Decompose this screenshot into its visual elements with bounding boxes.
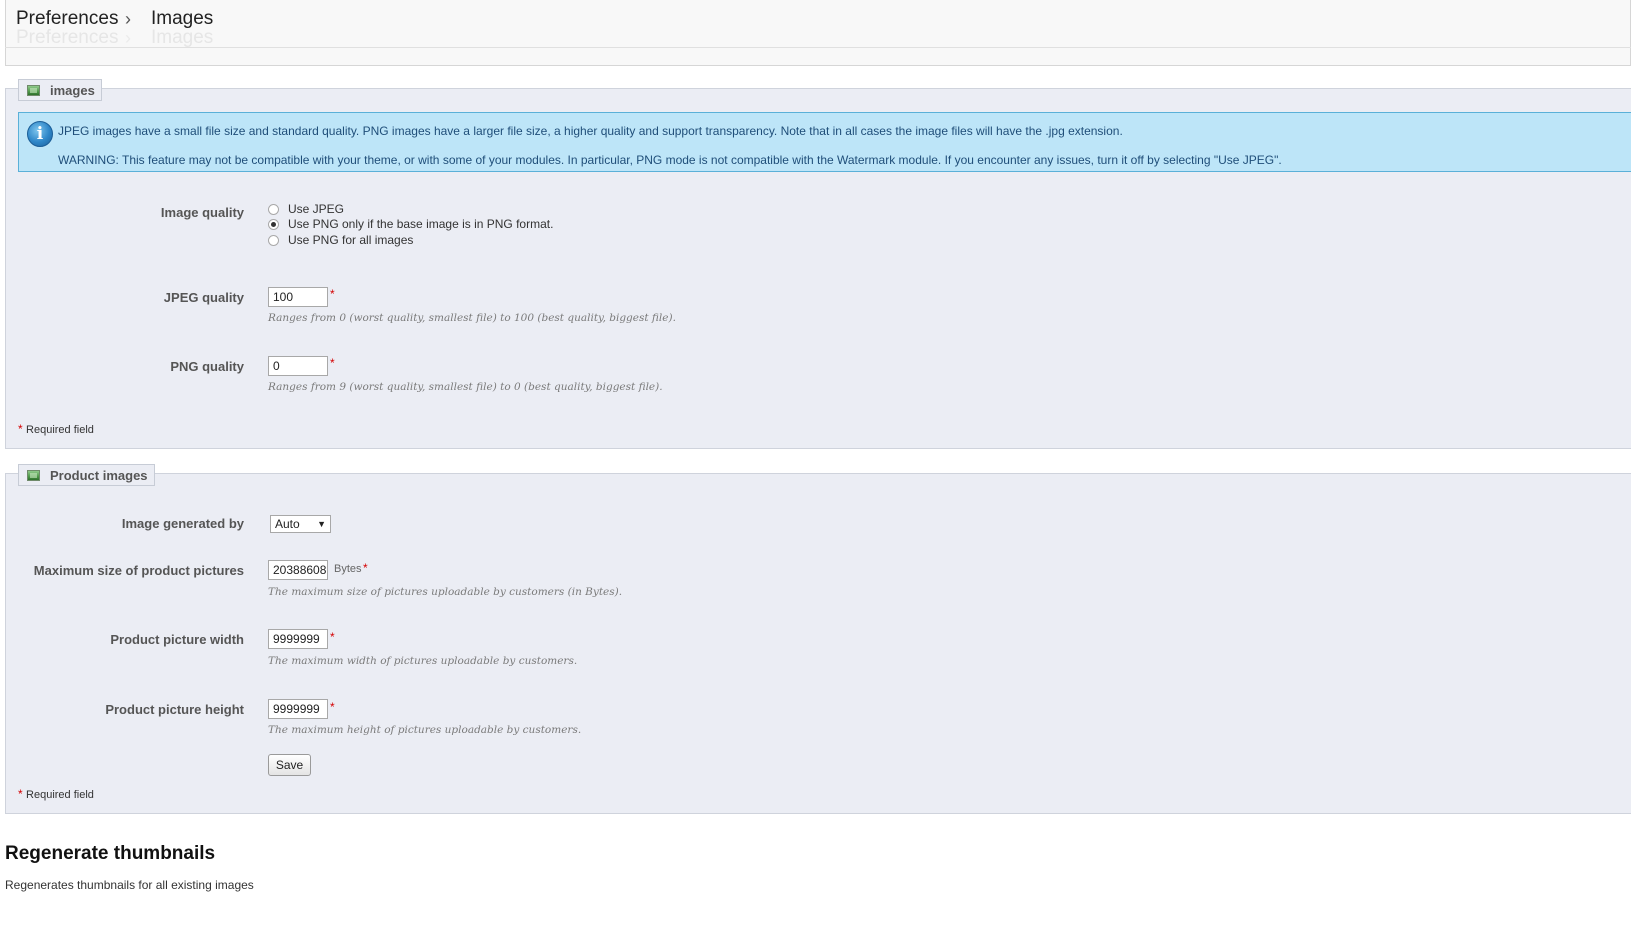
- radio-use-png-all[interactable]: [268, 235, 279, 246]
- product-images-legend: Product images: [18, 464, 155, 486]
- required-marker: *: [363, 561, 368, 575]
- info-box: i JPEG images have a small file size and…: [18, 112, 1631, 172]
- product-images-legend-label: Product images: [50, 467, 148, 483]
- picture-height-label: Product picture height: [105, 702, 244, 717]
- jpeg-quality-input[interactable]: 100: [268, 287, 328, 307]
- required-marker: *: [330, 287, 335, 301]
- picture-height-hint: The maximum height of pictures uploadabl…: [268, 724, 582, 736]
- required-field-note: * Required field: [18, 787, 94, 801]
- info-icon: i: [27, 121, 53, 147]
- dropdown-arrow-icon: ▼: [317, 519, 326, 529]
- required-field-note: * Required field: [18, 422, 94, 436]
- header-divider: [5, 47, 1631, 48]
- required-marker: *: [18, 787, 27, 801]
- picture-width-label: Product picture width: [110, 632, 244, 647]
- page-header: [5, 0, 1631, 66]
- image-icon: [27, 469, 40, 481]
- regenerate-thumbnails-description: Regenerates thumbnails for all existing …: [5, 878, 254, 892]
- regenerate-thumbnails-title: Regenerate thumbnails: [5, 843, 216, 864]
- images-legend: images: [18, 79, 102, 101]
- picture-width-hint: The maximum width of pictures uploadable…: [268, 655, 578, 667]
- image-generated-by-value: Auto: [275, 517, 300, 531]
- jpeg-quality-label: JPEG quality: [163, 290, 244, 305]
- image-quality-label: Image quality: [160, 205, 244, 220]
- required-marker: *: [330, 630, 335, 644]
- required-marker: *: [18, 422, 27, 436]
- required-field-text: Required field: [26, 424, 94, 436]
- picture-height-input[interactable]: 9999999: [268, 699, 328, 719]
- radio-use-png-all-label[interactable]: Use PNG for all images: [288, 233, 413, 247]
- png-quality-input[interactable]: 0: [268, 356, 328, 376]
- picture-width-input[interactable]: 9999999: [268, 629, 328, 649]
- required-field-text: Required field: [26, 789, 94, 801]
- info-line-2: WARNING: This feature may not be compati…: [58, 153, 1282, 167]
- info-line-1: JPEG images have a small file size and s…: [58, 124, 1123, 138]
- image-generated-by-select[interactable]: Auto ▼: [270, 515, 331, 533]
- breadcrumb-shadow-preferences: Preferences: [16, 27, 119, 48]
- radio-use-png-if-base-png-label[interactable]: Use PNG only if the base image is in PNG…: [288, 217, 553, 231]
- breadcrumb-shadow-images: Images: [151, 27, 214, 48]
- png-quality-label: PNG quality: [170, 359, 244, 374]
- required-marker: *: [330, 700, 335, 714]
- radio-use-jpeg-label[interactable]: Use JPEG: [288, 202, 344, 216]
- png-quality-hint: Ranges from 9 (worst quality, smallest f…: [268, 381, 663, 393]
- max-size-unit: Bytes: [334, 563, 362, 575]
- chevron-right-icon: ›: [125, 28, 131, 48]
- image-generated-by-label: Image generated by: [121, 516, 244, 531]
- jpeg-quality-hint: Ranges from 0 (worst quality, smallest f…: [268, 312, 676, 324]
- max-size-label: Maximum size of product pictures: [33, 563, 244, 578]
- image-icon: [27, 84, 40, 96]
- save-button[interactable]: Save: [268, 754, 311, 776]
- chevron-right-icon: ›: [125, 9, 131, 29]
- max-size-input[interactable]: 20388608: [268, 560, 328, 580]
- product-images-fieldset: [5, 473, 1631, 814]
- images-legend-label: images: [50, 82, 95, 98]
- radio-use-png-if-base-png[interactable]: [268, 219, 279, 230]
- required-marker: *: [330, 356, 335, 370]
- max-size-hint: The maximum size of pictures uploadable …: [268, 586, 623, 598]
- radio-use-jpeg[interactable]: [268, 204, 279, 215]
